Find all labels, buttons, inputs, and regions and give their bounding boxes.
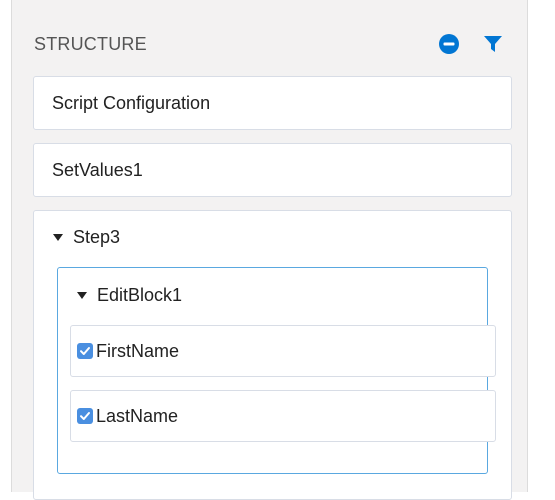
tree-item-step3: Step3 EditBlock1 FirstName LastName [33,210,512,500]
tree-item-setvalues1[interactable]: SetValues1 [33,143,512,197]
tree-item-label: Script Configuration [52,93,211,113]
checkbox-firstname[interactable] [77,343,93,359]
tree-item-label: Step3 [73,227,121,247]
filter-icon[interactable] [482,33,504,55]
header-actions [438,33,506,55]
check-icon [80,347,90,355]
tree-item-label: EditBlock1 [97,285,183,305]
minus-circle-icon[interactable] [438,33,460,55]
tree-item-script-configuration[interactable]: Script Configuration [33,76,512,130]
caret-down-icon [53,234,63,241]
tree-item-editblock1[interactable]: EditBlock1 FirstName LastName [57,267,496,474]
panel-title: STRUCTURE [34,33,147,54]
caret-down-icon [77,292,87,299]
panel-header: STRUCTURE [34,28,506,60]
field-row-lastname[interactable]: LastName [70,390,496,442]
checkbox-lastname[interactable] [77,408,93,424]
editblock1-toggle[interactable]: EditBlock1 [77,285,182,306]
step3-toggle[interactable]: Step3 [53,227,120,248]
field-label: LastName [96,405,179,426]
check-icon [80,412,90,420]
field-label: FirstName [96,340,180,361]
field-row-firstname[interactable]: FirstName [70,325,496,377]
structure-panel: STRUCTURE Script Configuration SetValues… [11,0,528,500]
tree-item-label: SetValues1 [52,160,143,180]
